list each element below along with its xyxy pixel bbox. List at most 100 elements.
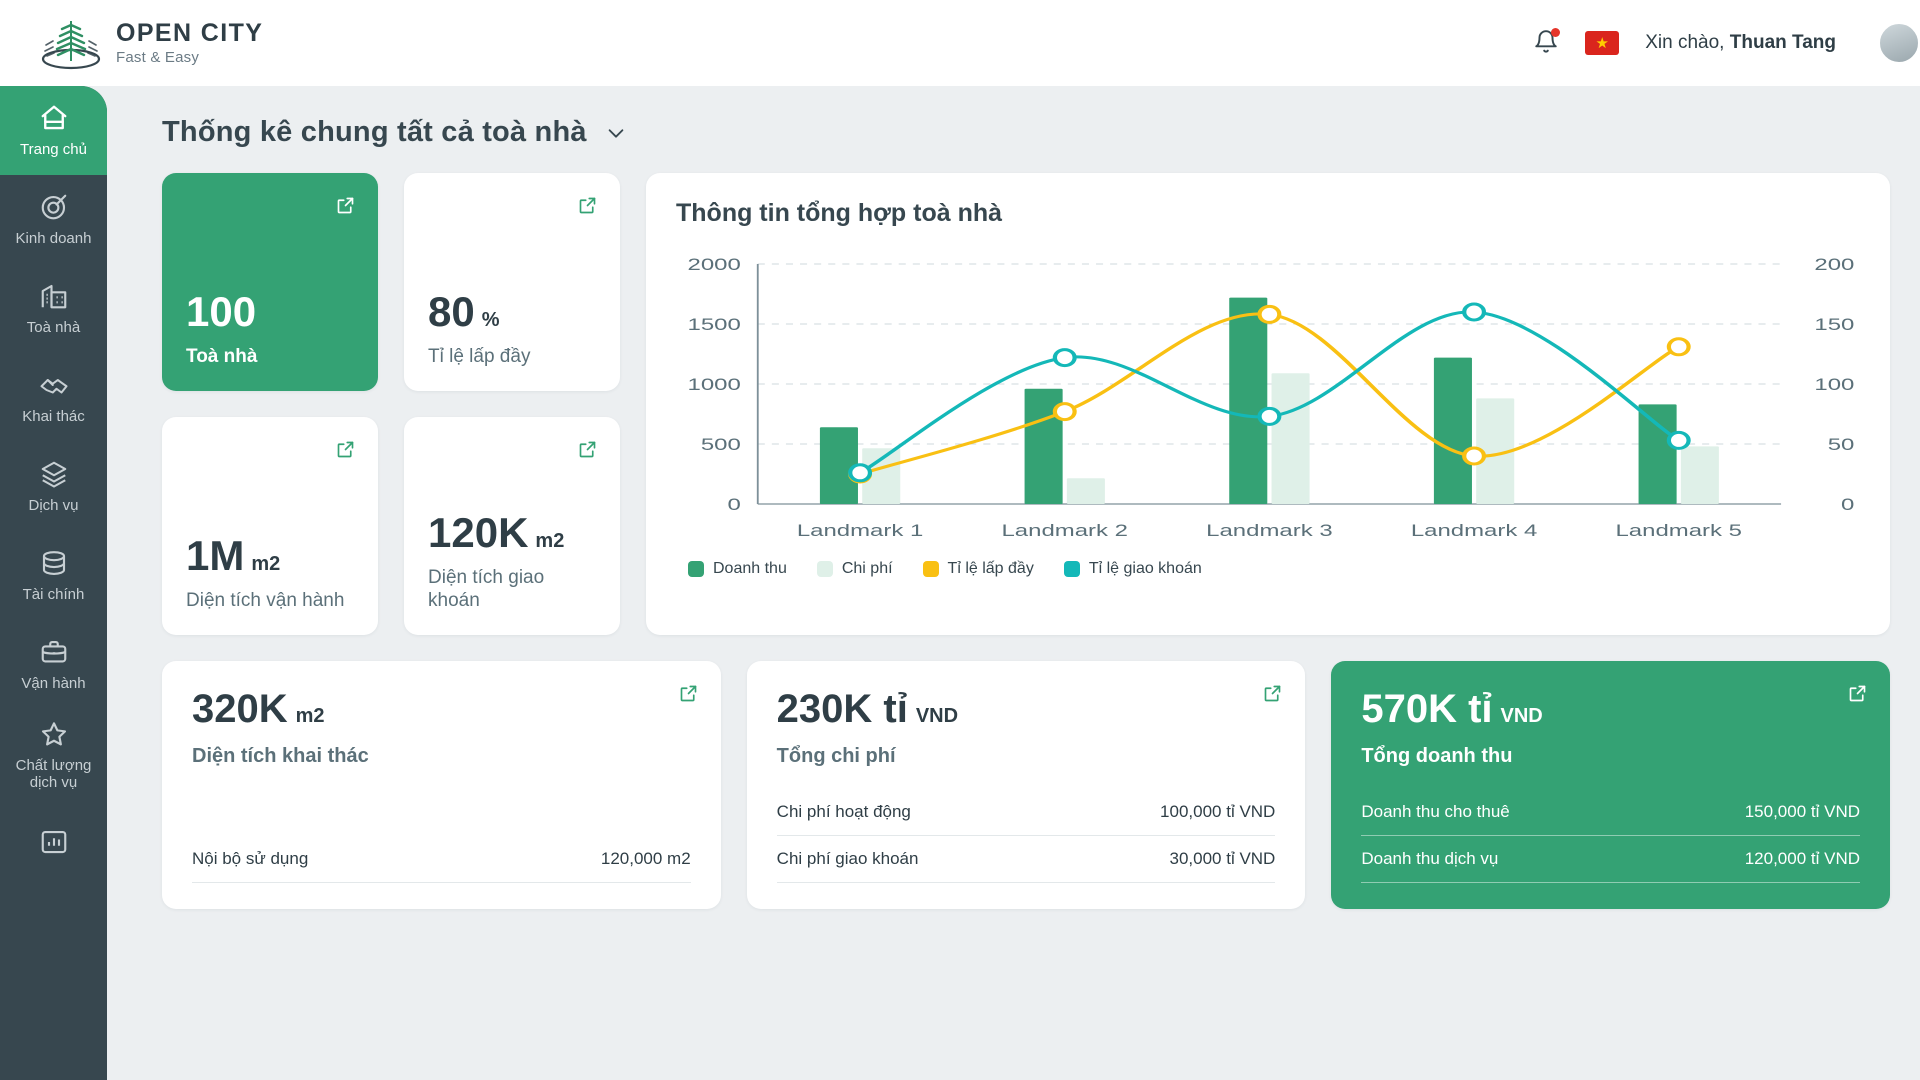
brand-tagline: Fast & Easy <box>116 48 200 66</box>
y-axis-right-tick: 200 <box>1814 255 1854 274</box>
chart-point[interactable] <box>1462 446 1487 466</box>
sidebar-item-dich-vu[interactable]: Dịch vụ <box>0 442 107 531</box>
sidebar-item-khai-thac[interactable]: Khai thác <box>0 353 107 442</box>
sidebar-item-bao-cao[interactable] <box>0 802 107 891</box>
detail-row-label: Nội bộ sử dụng <box>192 849 309 868</box>
sidebar-item-trang-chu[interactable]: Trang chủ <box>0 86 107 175</box>
y-axis-left-tick: 0 <box>728 495 741 514</box>
page-title: Thống kê chung tất cả toà nhà <box>162 116 587 148</box>
detail-row-label: Doanh thu cho thuê <box>1361 802 1510 821</box>
language-flag-vietnam-icon[interactable]: ★ <box>1585 31 1620 55</box>
card-dien-tich-khai-thac[interactable]: 320K m2 Diện tích khai thác Nội bộ sử dụ… <box>162 661 721 909</box>
chart-point[interactable] <box>1052 348 1077 368</box>
sidebar-item-label: Khai thác <box>22 407 85 425</box>
external-link-icon[interactable] <box>1262 683 1283 704</box>
chart-bar[interactable] <box>1638 404 1677 504</box>
combo-chart[interactable]: 0 500 1000 1500 2000 0 50 100 150 200 Landmark 1 La… <box>676 254 1860 554</box>
detail-row: Doanh thu cho thuê 150,000 tỉ VND <box>1361 789 1861 836</box>
chevron-down-icon[interactable] <box>605 122 627 144</box>
legend-swatch <box>922 561 939 577</box>
star-icon <box>39 719 69 749</box>
y-axis-right-tick: 100 <box>1814 375 1854 394</box>
chart-point[interactable] <box>1052 402 1077 422</box>
sidebar-item-chat-luong-dich-vu[interactable]: Chất lượng dịch vụ <box>0 709 107 802</box>
card-unit: VND <box>915 705 959 727</box>
y-axis-right-tick: 50 <box>1828 435 1855 454</box>
page-header: Thống kê chung tất cả toà nhà <box>107 86 1920 149</box>
legend-item[interactable]: Doanh thu <box>688 560 787 578</box>
legend-swatch <box>1063 561 1080 577</box>
card-label: Diện tích khai thác <box>192 745 369 767</box>
sidebar-item-kinh-doanh[interactable]: Kinh doanh <box>0 175 107 264</box>
chart-bar[interactable] <box>1271 373 1310 504</box>
main-sidebar: Trang chủ Kinh doanh Toà nhà Khai thác D… <box>0 86 107 1080</box>
external-link-icon[interactable] <box>335 195 356 216</box>
kpi-unit: % <box>481 309 500 332</box>
chart-point[interactable] <box>1257 406 1282 426</box>
brand-logo[interactable]: OPEN CITY Fast & Easy <box>40 15 263 71</box>
kpi-card-ti-le-lap-day[interactable]: 80 % Tỉ lệ lấp đầy <box>404 173 620 391</box>
chart-point[interactable] <box>848 463 873 483</box>
detail-row: Doanh thu dịch vụ 120,000 tỉ VND <box>1361 836 1861 883</box>
chart-bar[interactable] <box>1433 357 1472 504</box>
detail-row-value: 30,000 tỉ VND <box>1169 849 1276 868</box>
layers-icon <box>39 459 69 489</box>
briefcase-icon <box>39 637 69 667</box>
y-axis-left-tick: 2000 <box>688 255 741 274</box>
detail-row-value: 150,000 tỉ VND <box>1744 802 1861 821</box>
handshake-icon <box>39 370 69 400</box>
legend-item[interactable]: Chi phí <box>816 560 893 578</box>
legend-item[interactable]: Tỉ lệ lấp đầy <box>922 560 1034 578</box>
chart-point[interactable] <box>1666 430 1691 450</box>
detail-row-value: 120,000 tỉ VND <box>1744 849 1861 868</box>
external-link-icon[interactable] <box>577 439 598 460</box>
card-value: 230K tỉ <box>776 687 908 731</box>
main-content: Thống kê chung tất cả toà nhà 100 Toà nh… <box>107 86 1920 1080</box>
kpi-label: Diện tích giao khoán <box>428 567 545 612</box>
user-avatar[interactable] <box>1878 22 1920 64</box>
chart-point[interactable] <box>1462 302 1487 322</box>
chart-bar[interactable] <box>1066 478 1105 504</box>
card-label: Tổng doanh thu <box>1361 745 1513 767</box>
sidebar-item-tai-chinh[interactable]: Tài chính <box>0 531 107 620</box>
notification-bell-icon[interactable] <box>1533 28 1561 57</box>
sidebar-item-toa-nha[interactable]: Toà nhà <box>0 264 107 353</box>
card-tong-doanh-thu[interactable]: 570K tỉ VND Tổng doanh thu Doanh thu cho… <box>1331 661 1891 909</box>
chart-point[interactable] <box>1666 337 1691 357</box>
kpi-card-dien-tich-giao-khoan[interactable]: 120K m2 Diện tích giao khoán <box>404 417 620 635</box>
top-section: 100 Toà nhà 80 % Tỉ lệ lấp đầy 1M m2 Diệ… <box>107 149 1920 635</box>
external-link-icon[interactable] <box>1847 683 1868 704</box>
card-unit: m2 <box>295 705 325 727</box>
kpi-value: 120K <box>428 509 529 557</box>
sidebar-item-van-hanh[interactable]: Vận hành <box>0 620 107 709</box>
chart-bar[interactable] <box>1680 446 1719 504</box>
greeting-text: Xin chào, Thuan Tang <box>1645 32 1836 54</box>
legend-label: Doanh thu <box>713 560 787 577</box>
external-link-icon[interactable] <box>577 195 598 216</box>
external-link-icon[interactable] <box>335 439 356 460</box>
kpi-label: Tỉ lệ lấp đầy <box>428 346 531 368</box>
sidebar-item-label: Dịch vụ <box>28 496 79 514</box>
kpi-card-grid: 100 Toà nhà 80 % Tỉ lệ lấp đầy 1M m2 Diệ… <box>162 173 620 635</box>
sidebar-item-label: Kinh doanh <box>15 229 92 247</box>
chart-bar[interactable] <box>1229 297 1268 504</box>
sidebar-item-label: Tài chính <box>22 585 85 603</box>
chart-line[interactable] <box>857 312 1681 476</box>
legend-label: Chi phí <box>841 560 893 577</box>
kpi-card-toa-nha[interactable]: 100 Toà nhà <box>162 173 378 391</box>
detail-row: Chi phí hoạt động 100,000 tỉ VND <box>776 789 1276 836</box>
kpi-card-dien-tich-van-hanh[interactable]: 1M m2 Diện tích vận hành <box>162 417 378 635</box>
card-tong-chi-phi[interactable]: 230K tỉ VND Tổng chi phí Chi phí hoạt độ… <box>746 661 1306 909</box>
x-axis-tick-label: Landmark 4 <box>1411 521 1537 540</box>
chart-point[interactable] <box>1257 304 1282 324</box>
detail-row-label: Chi phí giao khoán <box>776 849 919 868</box>
kpi-value: 100 <box>186 288 257 336</box>
detail-row: Nội bộ sử dụng 120,000 m2 <box>192 836 691 883</box>
chart-line[interactable] <box>857 310 1681 475</box>
card-value: 570K tỉ <box>1361 687 1493 731</box>
y-axis-left-tick: 1000 <box>688 375 741 394</box>
brand-title: OPEN CITY <box>116 19 264 48</box>
legend-item[interactable]: Tỉ lệ giao khoán <box>1063 560 1202 578</box>
external-link-icon[interactable] <box>678 683 699 704</box>
y-axis-right-tick: 150 <box>1814 315 1854 334</box>
